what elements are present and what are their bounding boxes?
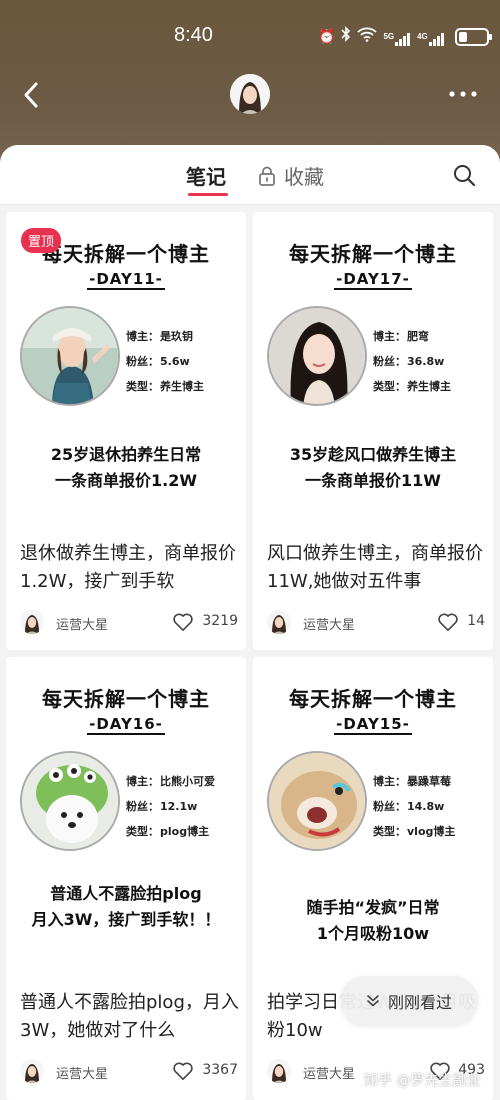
note-footer: 运营大星 3367	[20, 1059, 238, 1085]
note-cover: 每天拆解一个博主 -DAY11- 博主： 是玖钥 粉丝： 5.6w 类型： 养生…	[6, 212, 246, 527]
cover-stats: 博主： 肥弯 粉丝： 36.8w 类型： 养生博主	[373, 330, 451, 393]
cover-title: 每天拆解一个博主	[42, 687, 210, 711]
note-footer: 运营大星 3219	[20, 610, 238, 636]
status-icons: ⏰ 5G 4G	[318, 26, 492, 47]
cover-headline: 25岁退休拍养生日常 一条商单报价1.2W	[50, 445, 202, 490]
note-title: 退休做养生博主，商单报价1.2W，接广到手软	[20, 543, 236, 592]
cover-day: -DAY15-	[334, 715, 412, 735]
cover-stats: 博主： 是玖钥 粉丝： 5.6w 类型： 养生博主	[126, 330, 204, 393]
just-seen-button[interactable]: 刚刚看过	[340, 976, 478, 1026]
status-time: 8:40	[174, 24, 213, 46]
author-name[interactable]: 运营大星	[56, 614, 108, 633]
heart-icon[interactable]	[172, 1061, 194, 1081]
lock-icon	[259, 166, 275, 186]
cover-title: 每天拆解一个博主	[289, 242, 457, 266]
author-avatar[interactable]	[267, 1059, 291, 1083]
signal-5g-icon: 5G	[383, 28, 411, 46]
like-count: 14	[467, 613, 485, 629]
like-count: 3367	[202, 1062, 238, 1078]
blogger-photo	[20, 306, 120, 406]
battery-icon	[454, 27, 492, 46]
tab-favorites[interactable]: 收藏	[258, 161, 324, 190]
author-avatar[interactable]	[20, 610, 44, 634]
cover-stats: 博主： 比熊小可爱 粉丝： 12.1w 类型： plog博主	[126, 775, 215, 838]
note-cover: 每天拆解一个博主 -DAY17- 博主： 肥弯 粉丝： 36.8w 类型： 养生博主 …	[253, 212, 493, 527]
alarm-icon: ⏰	[318, 28, 336, 45]
profile-avatar[interactable]	[230, 74, 270, 114]
bluetooth-icon	[341, 26, 351, 47]
author-name[interactable]: 运营大星	[56, 1063, 108, 1082]
author-name[interactable]: 运营大星	[303, 1063, 355, 1082]
cover-headline: 普通人不露脸拍plog 月入3W，接广到手软！！	[31, 884, 221, 929]
blogger-photo	[20, 751, 120, 851]
note-title: 普通人不露脸拍plog，月入3W，她做对了什么	[20, 992, 239, 1041]
blogger-photo	[267, 751, 367, 851]
cover-stats: 博主： 暴躁草莓 粉丝： 14.8w 类型： vlog博主	[373, 775, 456, 838]
cover-headline: 35岁趁风口做养生博主 一条商单报价11W	[289, 445, 457, 490]
heart-icon[interactable]	[172, 612, 194, 632]
tab-favorites-label: 收藏	[284, 165, 324, 189]
chevron-left-icon	[24, 82, 38, 108]
note-footer: 运营大星 14	[267, 610, 485, 636]
note-card[interactable]: 每天拆解一个博主 -DAY15- 博主： 暴躁草莓 粉丝： 14.8w 类型： vlo…	[253, 657, 493, 1100]
back-button[interactable]	[18, 78, 48, 112]
note-cover: 每天拆解一个博主 -DAY15- 博主： 暴躁草莓 粉丝： 14.8w 类型： vlo…	[253, 657, 493, 972]
pinned-badge: 置顶	[21, 228, 62, 253]
search-button[interactable]	[452, 163, 476, 187]
tab-bar: 笔记 收藏	[0, 145, 500, 205]
signal-4g-icon: 4G	[417, 28, 445, 46]
tab-active-indicator	[188, 193, 228, 196]
cover-day: -DAY17-	[334, 270, 412, 290]
like-count: 3219	[202, 613, 238, 629]
search-icon	[454, 165, 476, 187]
just-seen-label: 刚刚看过	[387, 993, 452, 1012]
content-sheet: 笔记 收藏 每天拆解一个博主 -DAY11- 博主： 是玖钥 粉丝： 5.6w …	[0, 145, 500, 1100]
cover-title: 每天拆解一个博主	[289, 687, 457, 711]
watermark: 知乎 @罗先生副业	[364, 1073, 481, 1089]
note-title: 风口做养生博主，商单报价11W,她做对五件事	[267, 543, 483, 592]
cover-day: -DAY16-	[87, 715, 165, 735]
note-cover: 每天拆解一个博主 -DAY16- 博主： 比熊小可爱 粉丝： 12.1w 类型： pl…	[6, 657, 246, 972]
cover-headline: 随手拍“发疯”日常 1个月吸粉10w	[306, 898, 440, 943]
wifi-icon	[357, 26, 378, 47]
cover-day: -DAY11-	[87, 270, 165, 290]
more-button[interactable]	[444, 82, 484, 106]
more-horizontal-icon	[449, 91, 477, 97]
double-chevron-down-icon	[367, 995, 379, 1007]
heart-icon[interactable]	[437, 612, 459, 632]
status-bar: 8:40 ⏰ 5G 4G	[0, 22, 500, 52]
tab-notes[interactable]: 笔记	[186, 161, 226, 190]
author-avatar[interactable]	[267, 610, 291, 634]
note-card[interactable]: 每天拆解一个博主 -DAY17- 博主： 肥弯 粉丝： 36.8w 类型： 养生博主 …	[253, 212, 493, 650]
blogger-photo	[267, 306, 367, 406]
note-card[interactable]: 每天拆解一个博主 -DAY11- 博主： 是玖钥 粉丝： 5.6w 类型： 养生…	[6, 212, 246, 650]
author-avatar[interactable]	[20, 1059, 44, 1083]
note-card[interactable]: 每天拆解一个博主 -DAY16- 博主： 比熊小可爱 粉丝： 12.1w 类型： pl…	[6, 657, 246, 1100]
author-name[interactable]: 运营大星	[303, 614, 355, 633]
